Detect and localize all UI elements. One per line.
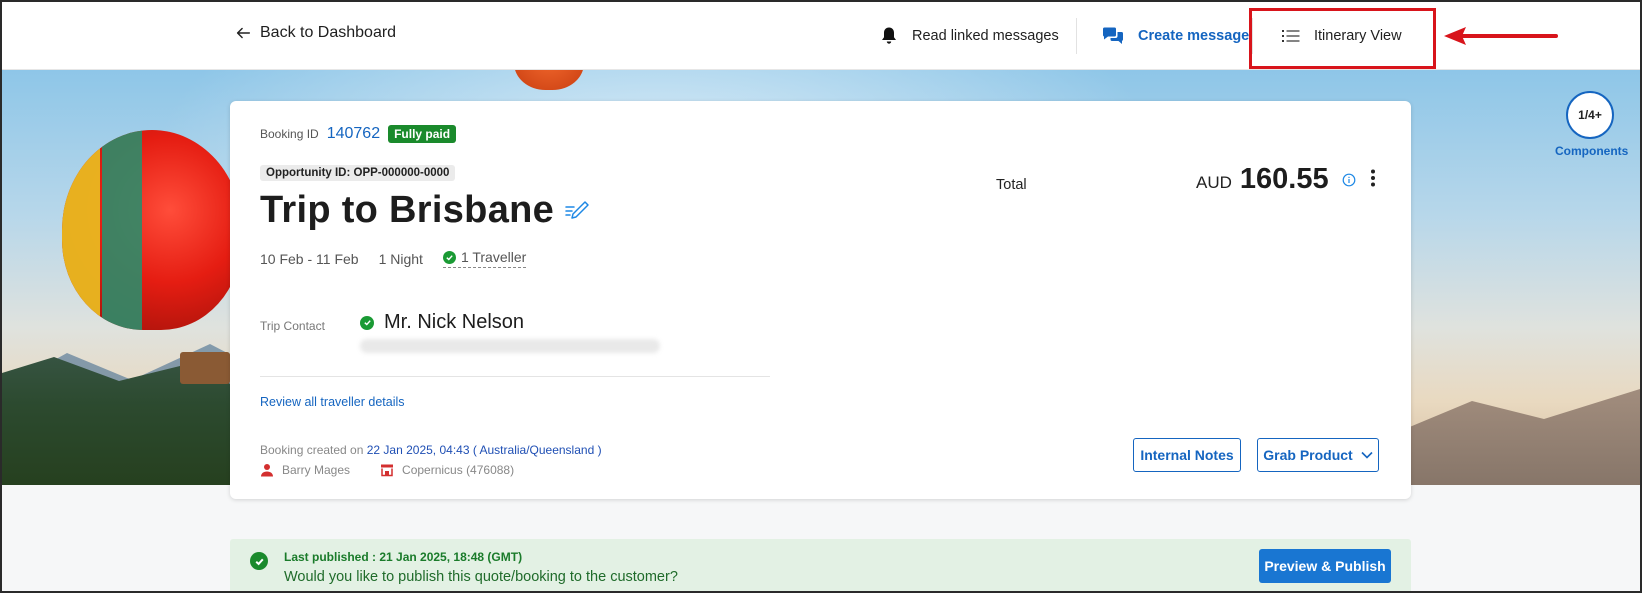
review-traveller-details-link[interactable]: Review all traveller details [260,395,405,409]
person-icon [261,464,273,477]
trip-contact-label: Trip Contact [260,319,325,333]
store-icon [381,464,394,477]
booking-created-value: 22 Jan 2025, 04:43 ( Australia/Queenslan… [366,443,602,457]
bell-icon [882,27,896,44]
hot-air-balloon-image [514,70,584,90]
trip-title: Trip to Brisbane [260,189,555,231]
components-counter-button[interactable]: 1/4+ [1566,91,1614,139]
booking-created-prefix: Booking created on [260,443,364,457]
trip-contact-name-row: Mr. Nick Nelson [360,311,524,334]
total-currency: AUD [1196,173,1232,192]
agent-name: Barry Mages [282,463,351,477]
trip-meta-row: 10 Feb - 11 Feb 1 Night 1 Traveller [260,249,527,268]
app-frame: Back to Dashboard Read linked messages C… [0,0,1642,593]
trip-title-row: Trip to Brisbane [260,189,592,232]
read-linked-messages-button[interactable]: Read linked messages [880,22,1059,50]
publish-prompt-text: Would you like to publish this quote/boo… [284,569,678,585]
grab-product-dropdown[interactable]: Grab Product [1257,438,1379,472]
highlight-annotation-box [1249,8,1436,69]
chevron-down-icon [1361,451,1373,459]
grab-product-label: Grab Product [1263,447,1353,463]
trip-contact-name: Mr. Nick Nelson [384,311,525,333]
annotation-arrow-icon [1444,27,1558,45]
back-label: Back to Dashboard [260,24,397,41]
read-linked-messages-label: Read linked messages [912,28,1059,44]
total-amount: AUD 160.55 [1196,163,1329,196]
trip-nights: 1 Night [378,250,423,267]
total-label: Total [996,177,1027,193]
company-name: Copernicus (476088) [402,463,515,477]
back-to-dashboard-link[interactable]: Back to Dashboard [234,24,396,42]
top-divider [1076,18,1077,54]
create-message-button[interactable]: Create message [1102,22,1249,50]
check-circle-icon [360,315,374,330]
publish-banner: Last published : 21 Jan 2025, 18:48 (GMT… [230,539,1411,591]
edit-pencil-icon[interactable] [564,199,592,223]
traveller-count-link[interactable]: 1 Traveller [442,249,527,268]
card-divider [260,376,770,377]
top-bar: Back to Dashboard Read linked messages C… [2,2,1640,70]
preview-publish-button[interactable]: Preview & Publish [1259,549,1391,583]
hot-air-balloon-image [62,130,242,330]
internal-notes-label: Internal Notes [1140,447,1234,463]
payment-status-badge: Fully paid [388,125,457,143]
booking-created-row: Booking created on 22 Jan 2025, 04:43 ( … [260,443,602,457]
opportunity-id-tag: Opportunity ID: OPP-000000-0000 [260,165,456,181]
arrow-left-icon [236,27,251,39]
last-published-text: Last published : 21 Jan 2025, 18:48 (GMT… [284,550,523,564]
blurred-contact-details [360,339,660,353]
more-options-icon[interactable] [1370,169,1376,187]
booking-id-value[interactable]: 140762 [327,125,380,143]
create-message-label: Create message [1138,28,1250,44]
check-circle-icon [442,250,456,264]
hero-mountain [1400,389,1640,485]
booking-card: Booking ID 140762 Fully paid Opportunity… [230,101,1411,499]
booking-agent-row: Barry Mages Copernicus (476088) [260,463,514,477]
trip-dates: 10 Feb - 11 Feb [260,250,359,267]
check-circle-icon [250,552,268,570]
components-label[interactable]: Components [1555,144,1628,158]
chat-bubbles-icon [1102,27,1123,44]
balloon-basket-image [180,352,230,384]
info-icon[interactable] [1342,173,1356,187]
traveller-count-label: 1 Traveller [460,249,527,265]
booking-id-row: Booking ID 140762 Fully paid [260,125,457,143]
internal-notes-button[interactable]: Internal Notes [1133,438,1241,472]
total-value: 160.55 [1239,163,1329,195]
booking-id-label: Booking ID [260,127,319,141]
hero-mountain [2,357,262,485]
